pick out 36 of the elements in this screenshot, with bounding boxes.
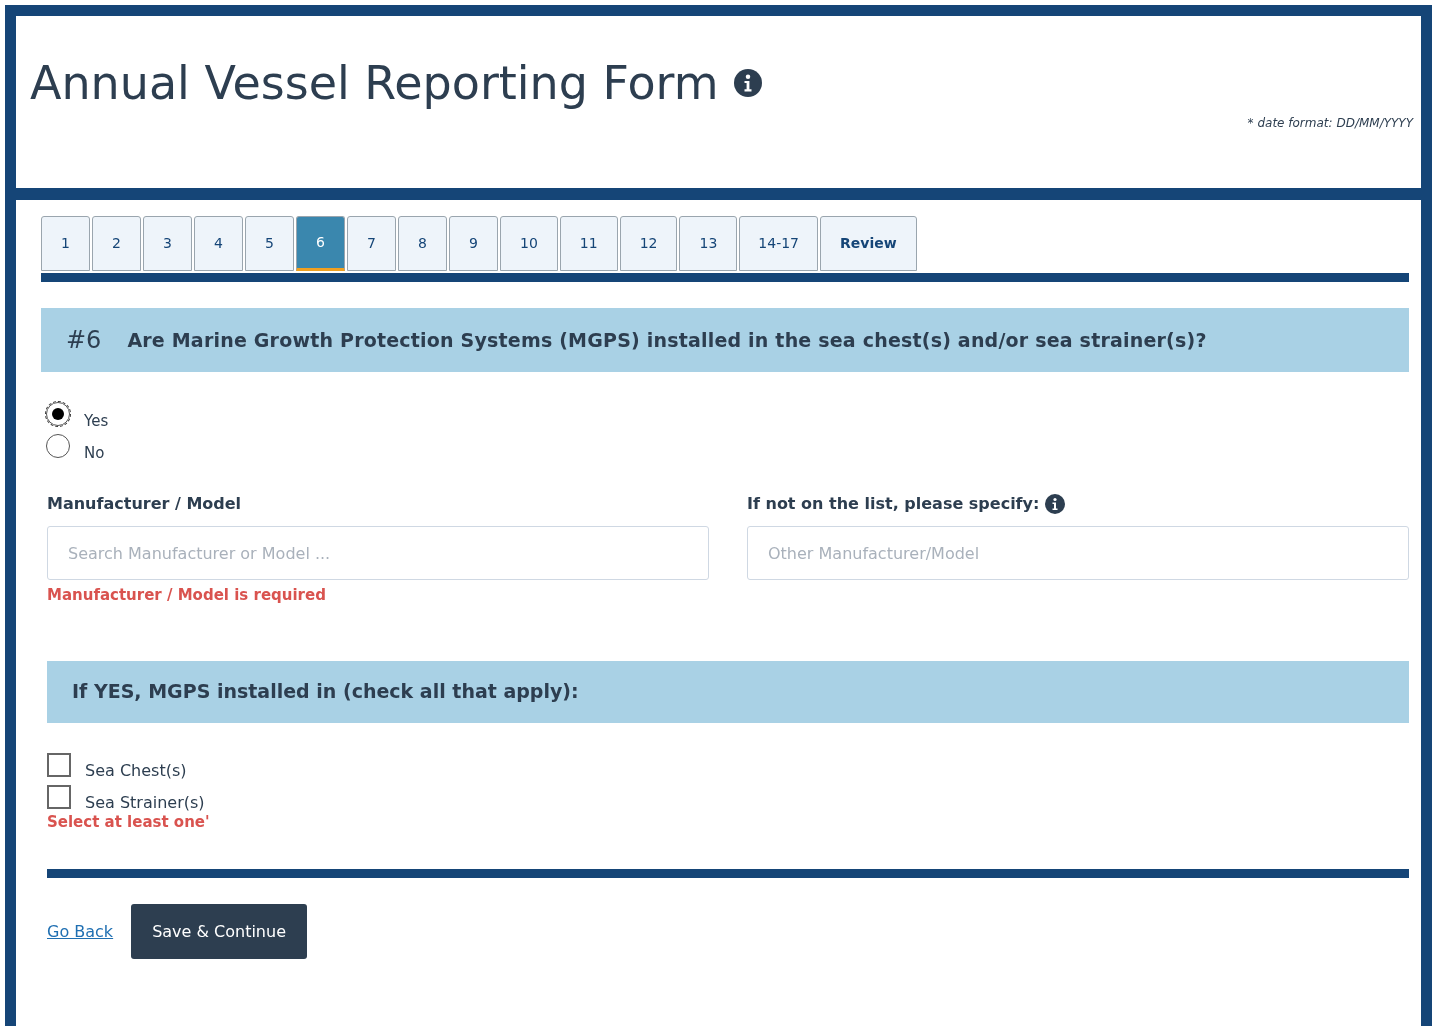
checkbox[interactable] (47, 784, 71, 809)
date-format-note: * date format: DD/MM/YYYY (1247, 115, 1413, 132)
checkbox-label: Sea Strainer(s) (85, 791, 205, 814)
step-tab[interactable]: 12 (619, 216, 678, 271)
text-input-field[interactable]: Other Manufacturer/Model (747, 526, 1409, 580)
go-back-link[interactable]: Go Back (47, 919, 114, 944)
text-input-field[interactable]: Search Manufacturer or Model ... (47, 526, 709, 580)
step-tab[interactable]: 13 (679, 216, 738, 271)
radio-button[interactable] (46, 402, 70, 426)
radio-button[interactable] (46, 434, 70, 458)
question-text: Are Marine Growth Protection Systems (MGPS) installed in the sea chest(s) and/or sea strainer(s)? (127, 327, 1207, 353)
step-tab[interactable]: 6 (296, 216, 345, 271)
step-tab[interactable]: 11 (559, 216, 618, 271)
checkbox[interactable] (47, 752, 71, 777)
field-label: If not on the list, please specify: (747, 493, 1040, 515)
error-message: Manufacturer / Model is required (47, 585, 327, 606)
step-tab[interactable]: 7 (347, 216, 396, 271)
step-tab[interactable]: 14-17 (739, 216, 818, 271)
radio-label: No (84, 442, 105, 464)
step-tab[interactable]: 10 (500, 216, 558, 271)
step-tab[interactable]: 8 (398, 216, 447, 271)
radio-label: Yes (84, 410, 109, 432)
error-message: Select at least one' (47, 811, 211, 833)
step-tab[interactable]: 2 (92, 216, 141, 271)
step-tab[interactable]: Review (820, 216, 917, 271)
step-tab[interactable]: 5 (245, 216, 294, 271)
save-continue-button[interactable]: Save & Continue (131, 904, 307, 959)
step-tab[interactable]: 1 (41, 216, 90, 271)
field-label: Manufacturer / Model (47, 493, 242, 515)
step-tab[interactable]: 4 (194, 216, 243, 271)
step-tab[interactable]: 9 (449, 216, 498, 271)
question-number: #6 (66, 325, 102, 356)
checkbox-label: Sea Chest(s) (85, 759, 187, 782)
step-tab[interactable]: 3 (143, 216, 192, 271)
info-icon (734, 69, 763, 97)
section-heading: If YES, MGPS installed in (check all that apply): (72, 679, 579, 705)
